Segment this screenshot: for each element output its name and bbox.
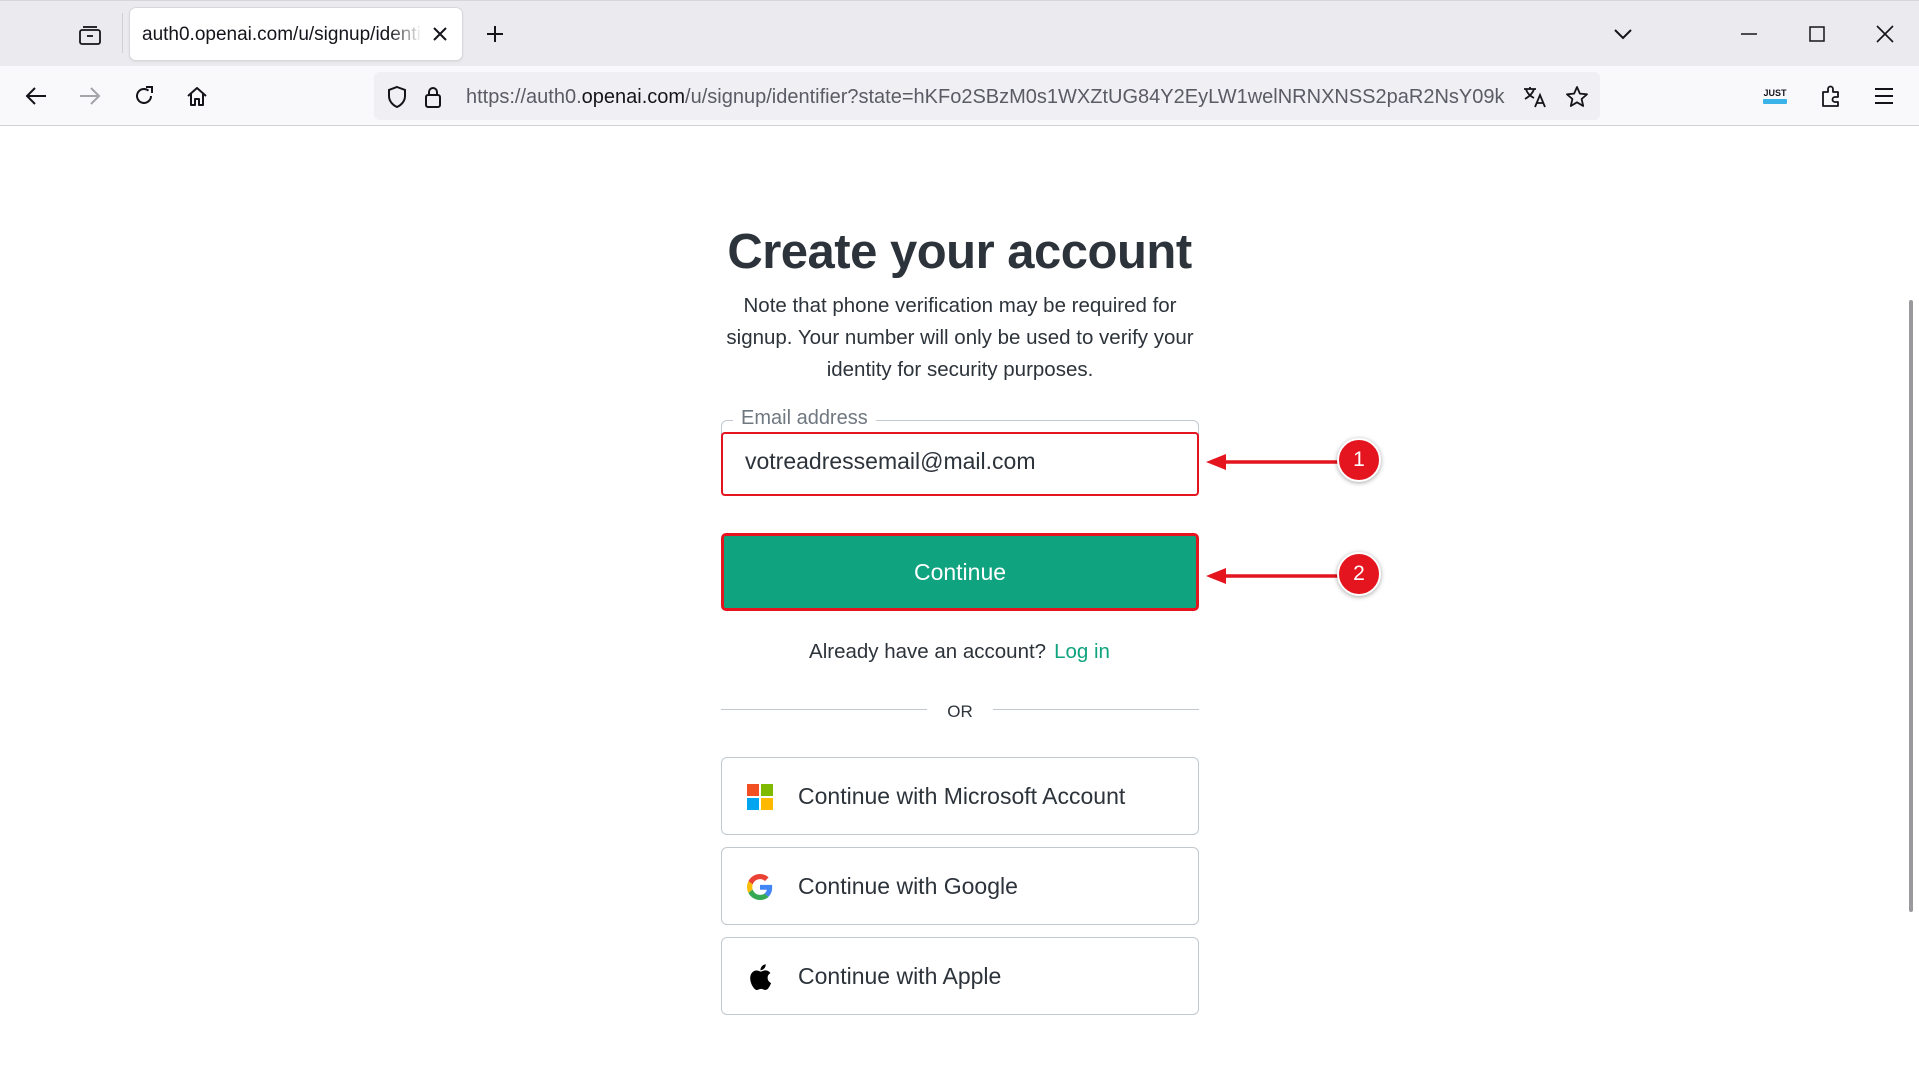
reload-icon bbox=[136, 86, 153, 104]
plus-icon bbox=[487, 26, 503, 42]
puzzle-icon bbox=[1822, 85, 1839, 107]
url-text[interactable]: https://auth0.openai.com/u/signup/identi… bbox=[466, 86, 1511, 109]
extensions-button[interactable] bbox=[1815, 80, 1847, 112]
minimize-icon bbox=[1741, 33, 1757, 35]
email-field[interactable]: votreadressemail@mail.com bbox=[721, 432, 1199, 496]
home-button[interactable] bbox=[181, 80, 213, 112]
extension-badge: JUST bbox=[1763, 88, 1787, 104]
apple-login-label: Continue with Apple bbox=[798, 963, 1002, 989]
browser-tab-active[interactable]: auth0.openai.com/u/signup/identifier bbox=[130, 8, 462, 60]
back-button[interactable] bbox=[20, 80, 52, 112]
minimize-window-button[interactable] bbox=[1734, 19, 1764, 49]
close-icon bbox=[1876, 25, 1894, 43]
apple-login-button[interactable]: Continue with Apple bbox=[721, 937, 1199, 1015]
google-logo-icon bbox=[746, 873, 774, 901]
page-scrollbar[interactable] bbox=[1909, 300, 1913, 912]
extension-just-button[interactable]: JUST bbox=[1758, 80, 1792, 112]
close-window-button[interactable] bbox=[1870, 19, 1900, 49]
address-bar[interactable]: https://auth0.openai.com/u/signup/identi… bbox=[374, 72, 1600, 120]
app-menu-button[interactable] bbox=[1868, 80, 1900, 112]
microsoft-login-label: Continue with Microsoft Account bbox=[798, 783, 1126, 809]
maximize-window-button[interactable] bbox=[1802, 19, 1832, 49]
microsoft-login-button[interactable]: Continue with Microsoft Account bbox=[721, 757, 1199, 835]
star-icon[interactable] bbox=[1564, 84, 1590, 110]
phone-verification-note: Note that phone verification may be requ… bbox=[726, 294, 1194, 381]
annotation-marker-1: 1 bbox=[1337, 438, 1381, 482]
or-separator: OR bbox=[947, 702, 973, 721]
url-host: openai.com bbox=[581, 86, 686, 108]
tab-separator bbox=[122, 13, 123, 53]
back-arrow-icon bbox=[25, 87, 46, 105]
divider-left bbox=[721, 709, 927, 710]
microsoft-logo-icon bbox=[746, 783, 774, 811]
email-field-label: Email address bbox=[733, 407, 876, 430]
apple-logo-icon bbox=[746, 963, 774, 991]
tab-close-icon[interactable] bbox=[428, 22, 452, 46]
hamburger-menu-icon bbox=[1875, 88, 1893, 104]
annotation-arrow-2 bbox=[1206, 568, 1342, 584]
page-title: Create your account bbox=[727, 225, 1192, 279]
forward-arrow-icon bbox=[80, 87, 101, 105]
translate-icon[interactable] bbox=[1522, 84, 1548, 110]
google-login-label: Continue with Google bbox=[798, 873, 1018, 899]
list-all-tabs-button[interactable] bbox=[1608, 19, 1638, 49]
browser-navigation-bar: https://auth0.openai.com/u/signup/identi… bbox=[0, 66, 1919, 126]
reload-button[interactable] bbox=[128, 80, 160, 112]
annotation-marker-2: 2 bbox=[1337, 552, 1381, 596]
browser-title-bar: auth0.openai.com/u/signup/identifier bbox=[0, 0, 1919, 66]
url-prefix: https://auth0. bbox=[466, 86, 582, 108]
tab-list-icon[interactable] bbox=[74, 21, 106, 49]
home-icon bbox=[187, 87, 207, 106]
login-prompt: Already have an account? Log in bbox=[0, 640, 1919, 664]
tab-title: auth0.openai.com/u/signup/identifier bbox=[142, 24, 422, 45]
annotation-arrow-1 bbox=[1206, 454, 1342, 470]
divider-right bbox=[993, 709, 1199, 710]
continue-button[interactable]: Continue bbox=[721, 533, 1199, 611]
email-field-value[interactable]: votreadressemail@mail.com bbox=[745, 448, 1036, 475]
login-prompt-text: Already have an account? bbox=[809, 640, 1047, 663]
lock-icon[interactable] bbox=[420, 84, 446, 110]
url-path: /u/signup/identifier?state=hKFo2SBzM0s1W… bbox=[685, 86, 1505, 108]
google-login-button[interactable]: Continue with Google bbox=[721, 847, 1199, 925]
maximize-icon bbox=[1809, 26, 1825, 42]
chevron-down-icon bbox=[1614, 29, 1632, 40]
login-link[interactable]: Log in bbox=[1054, 640, 1110, 663]
new-tab-button[interactable] bbox=[480, 19, 510, 49]
forward-button[interactable] bbox=[74, 80, 106, 112]
shield-icon[interactable] bbox=[384, 84, 410, 110]
